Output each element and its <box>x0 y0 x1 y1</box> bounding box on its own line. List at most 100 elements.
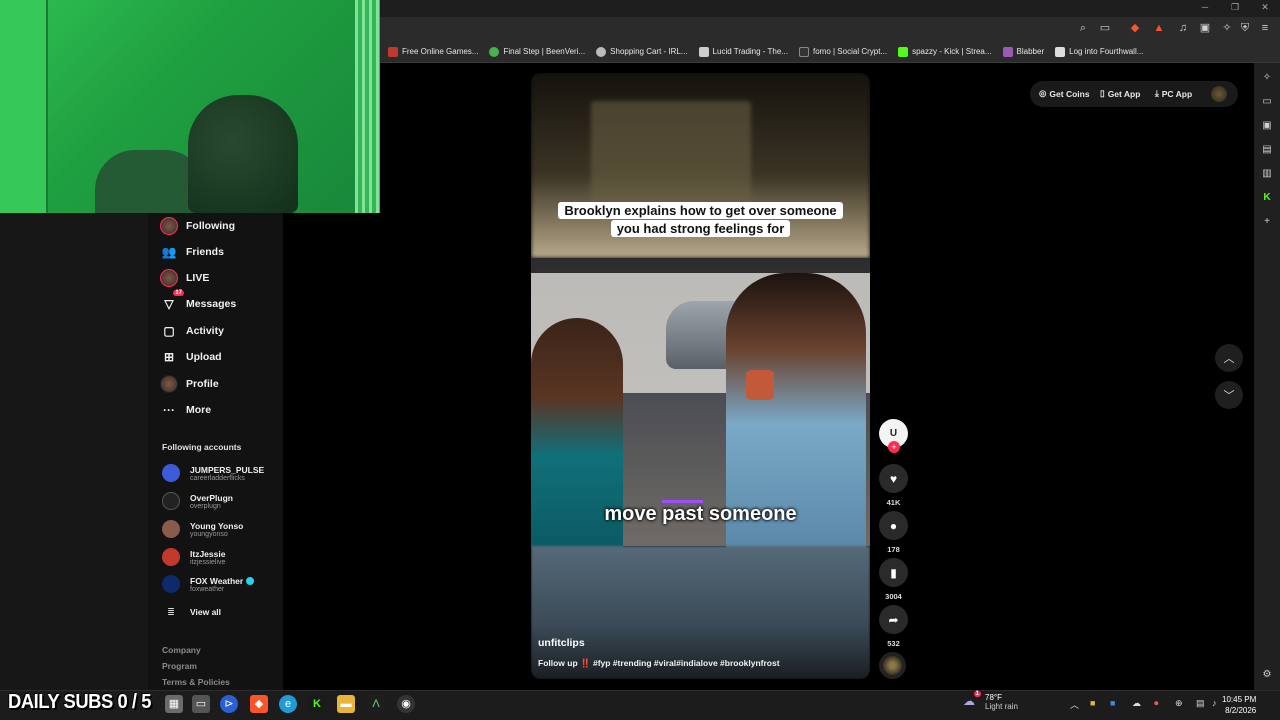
brave-shield-icon[interactable]: ◆ <box>1128 21 1142 35</box>
download-icon: ⤓ <box>1155 88 1159 98</box>
taskbar-clock[interactable]: 10:45 PM 8/2/2026 <box>1222 694 1256 716</box>
account-handle: careerladderflicks <box>190 474 245 482</box>
folder-taskbar-icon[interactable]: ▬ <box>337 695 355 713</box>
account-avatar <box>162 520 180 538</box>
account-name: ItzJessie <box>190 548 226 559</box>
profile-avatar-icon <box>160 375 178 393</box>
brave-taskbar-icon[interactable]: ◆ <box>250 695 268 713</box>
tv-icon[interactable]: ▭ <box>1260 95 1274 109</box>
following-account-item[interactable]: OverPlugn overplugn <box>162 488 233 514</box>
sidebar-item-label: Profile <box>186 378 219 390</box>
sidebar-item-live[interactable]: LIVE <box>160 267 209 289</box>
close-icon[interactable]: ✕ <box>1250 0 1280 17</box>
bookmark-item[interactable]: Free Online Games... <box>388 46 479 57</box>
file-icon[interactable]: ▭ <box>192 695 210 713</box>
reading-list-icon[interactable]: ▥ <box>1260 167 1274 181</box>
settings-gear-icon[interactable]: ⚙ <box>1260 668 1274 682</box>
edge-taskbar-icon[interactable]: e <box>279 695 297 713</box>
chevron-down-icon: ﹀ <box>1223 390 1235 402</box>
wallet-icon[interactable]: ▣ <box>1198 21 1212 35</box>
friends-icon: 👥 <box>161 245 177 259</box>
volume-icon[interactable]: ♪ <box>1212 698 1217 708</box>
bookmark-item[interactable]: Final Step | BeenVeri... <box>489 46 586 57</box>
save-button[interactable]: ▮ 3004 <box>879 558 908 601</box>
search-icon[interactable]: ⌕ <box>1076 21 1090 35</box>
rewards-icon[interactable]: ▲ <box>1152 21 1166 35</box>
accessibility-icon[interactable]: ⊕ <box>1175 698 1183 709</box>
terminal-taskbar-icon[interactable]: Λ <box>367 695 385 713</box>
get-coins-button[interactable]: ◎ Get Coins <box>1039 88 1090 99</box>
creator-profile-button[interactable]: U + <box>879 419 908 453</box>
microphone-icon[interactable]: ⏺ <box>1154 698 1159 709</box>
sidebar-item-messages[interactable]: ▽ 17 Messages <box>160 290 236 315</box>
taskview-icon[interactable]: ▦ <box>165 695 183 713</box>
kick-taskbar-icon[interactable]: K <box>308 695 326 713</box>
bookmark-item[interactable]: Lucid Trading - The... <box>698 46 788 57</box>
comment-button[interactable]: ● 178 <box>879 511 908 554</box>
webcam-door <box>0 0 48 213</box>
video-author[interactable]: unfitclips <box>538 637 585 649</box>
bookmark-label: Final Step | BeenVeri... <box>503 47 586 56</box>
bookmark-item[interactable]: Log into Fourthwall... <box>1055 46 1143 57</box>
cast-icon[interactable]: ▭ <box>1098 21 1112 35</box>
music-disc-button[interactable] <box>879 652 908 679</box>
weather-temp: 78°F <box>985 693 1002 702</box>
following-account-item[interactable]: ItzJessie itzjessielive <box>162 544 225 570</box>
weather-condition: Light rain <box>985 702 1018 711</box>
blabber-favicon-icon <box>1002 46 1013 57</box>
tray-cloud-icon[interactable]: ☁ <box>1132 698 1141 709</box>
obs-taskbar-icon[interactable]: ◉ <box>397 695 415 713</box>
sidebar-item-activity[interactable]: ▢ Activity <box>160 320 224 342</box>
share-icon: ➦ <box>879 605 908 634</box>
music-icon[interactable]: ♫ <box>1176 21 1190 35</box>
view-all-link[interactable]: ≣ View all <box>162 599 221 625</box>
restore-icon[interactable]: ❐ <box>1220 0 1250 17</box>
bookmark-item[interactable]: Blabber <box>1002 46 1044 57</box>
following-account-item[interactable]: FOX Weather foxweather <box>162 571 255 597</box>
bookmark-item[interactable]: spazzy - Kick | Strea... <box>898 46 992 57</box>
sidebar-item-more[interactable]: ··· More <box>160 399 211 421</box>
bookmark-label: Free Online Games... <box>402 47 479 56</box>
wallet-icon[interactable]: ▣ <box>1260 119 1274 133</box>
menu-icon[interactable]: ≡ <box>1258 21 1272 35</box>
minimize-icon[interactable]: ─ <box>1190 0 1220 17</box>
like-button[interactable]: ♥ 41K <box>879 464 908 507</box>
previous-video-button[interactable]: ︿ <box>1215 344 1243 372</box>
share-button[interactable]: ➦ 532 <box>879 605 908 648</box>
add-panel-icon[interactable]: + <box>1260 215 1274 229</box>
account-handle: itzjessielive <box>190 558 226 566</box>
wifi-icon[interactable]: ▤ <box>1196 698 1205 709</box>
footer-company-link[interactable]: Company <box>162 645 201 655</box>
tray-network-app-icon[interactable]: ■ <box>1110 698 1115 708</box>
follow-plus-icon[interactable]: + <box>888 441 900 453</box>
kick-icon[interactable]: K <box>1260 191 1274 205</box>
app-icon[interactable]: ⊳ <box>220 695 238 713</box>
video-player[interactable]: Brooklyn explains how to get over someon… <box>531 73 870 679</box>
live-avatar-icon <box>160 269 178 287</box>
vpn-icon[interactable]: ⛨ <box>1238 21 1252 35</box>
video-description: Follow up ‼️ #fyp #trending #viral#india… <box>538 658 780 668</box>
footer-terms-link[interactable]: Terms & Policies <box>162 677 230 687</box>
chevron-up-icon[interactable]: ︿ <box>1070 698 1079 711</box>
bookmark-item[interactable]: fomo | Social Crypt... <box>799 46 887 57</box>
sidebar-item-profile[interactable]: Profile <box>160 373 219 395</box>
user-avatar[interactable] <box>1211 86 1227 102</box>
bookmark-item[interactable]: Shopping Cart - IRL... <box>596 46 688 57</box>
video-subtitle: move past someone <box>531 500 870 526</box>
sidebar-item-friends[interactable]: 👥 Friends <box>160 241 224 263</box>
comment-icon: ● <box>879 511 908 540</box>
upload-icon: ⊞ <box>163 350 175 364</box>
following-account-item[interactable]: JUMPERS_PULSE careerladderflicks <box>162 460 264 486</box>
sidebar-item-following[interactable]: Following <box>160 215 235 237</box>
footer-program-link[interactable]: Program <box>162 661 197 671</box>
leo-icon[interactable]: ✧ <box>1260 71 1274 85</box>
tray-app-icon[interactable]: ■ <box>1090 698 1095 708</box>
next-video-button[interactable]: ﹀ <box>1215 381 1243 409</box>
get-app-button[interactable]: ▯ Get App <box>1100 88 1140 99</box>
weather-widget[interactable]: ☁ 1 78°F Light rain <box>963 691 1018 711</box>
sidebar-item-upload[interactable]: ⊞ Upload <box>160 346 222 368</box>
leo-ai-icon[interactable]: ✧ <box>1220 21 1234 35</box>
following-account-item[interactable]: Young Yonso youngyonso <box>162 516 243 542</box>
pc-app-button[interactable]: ⤓ PC App <box>1155 88 1192 99</box>
bookmarks-icon[interactable]: ▤ <box>1260 143 1274 157</box>
